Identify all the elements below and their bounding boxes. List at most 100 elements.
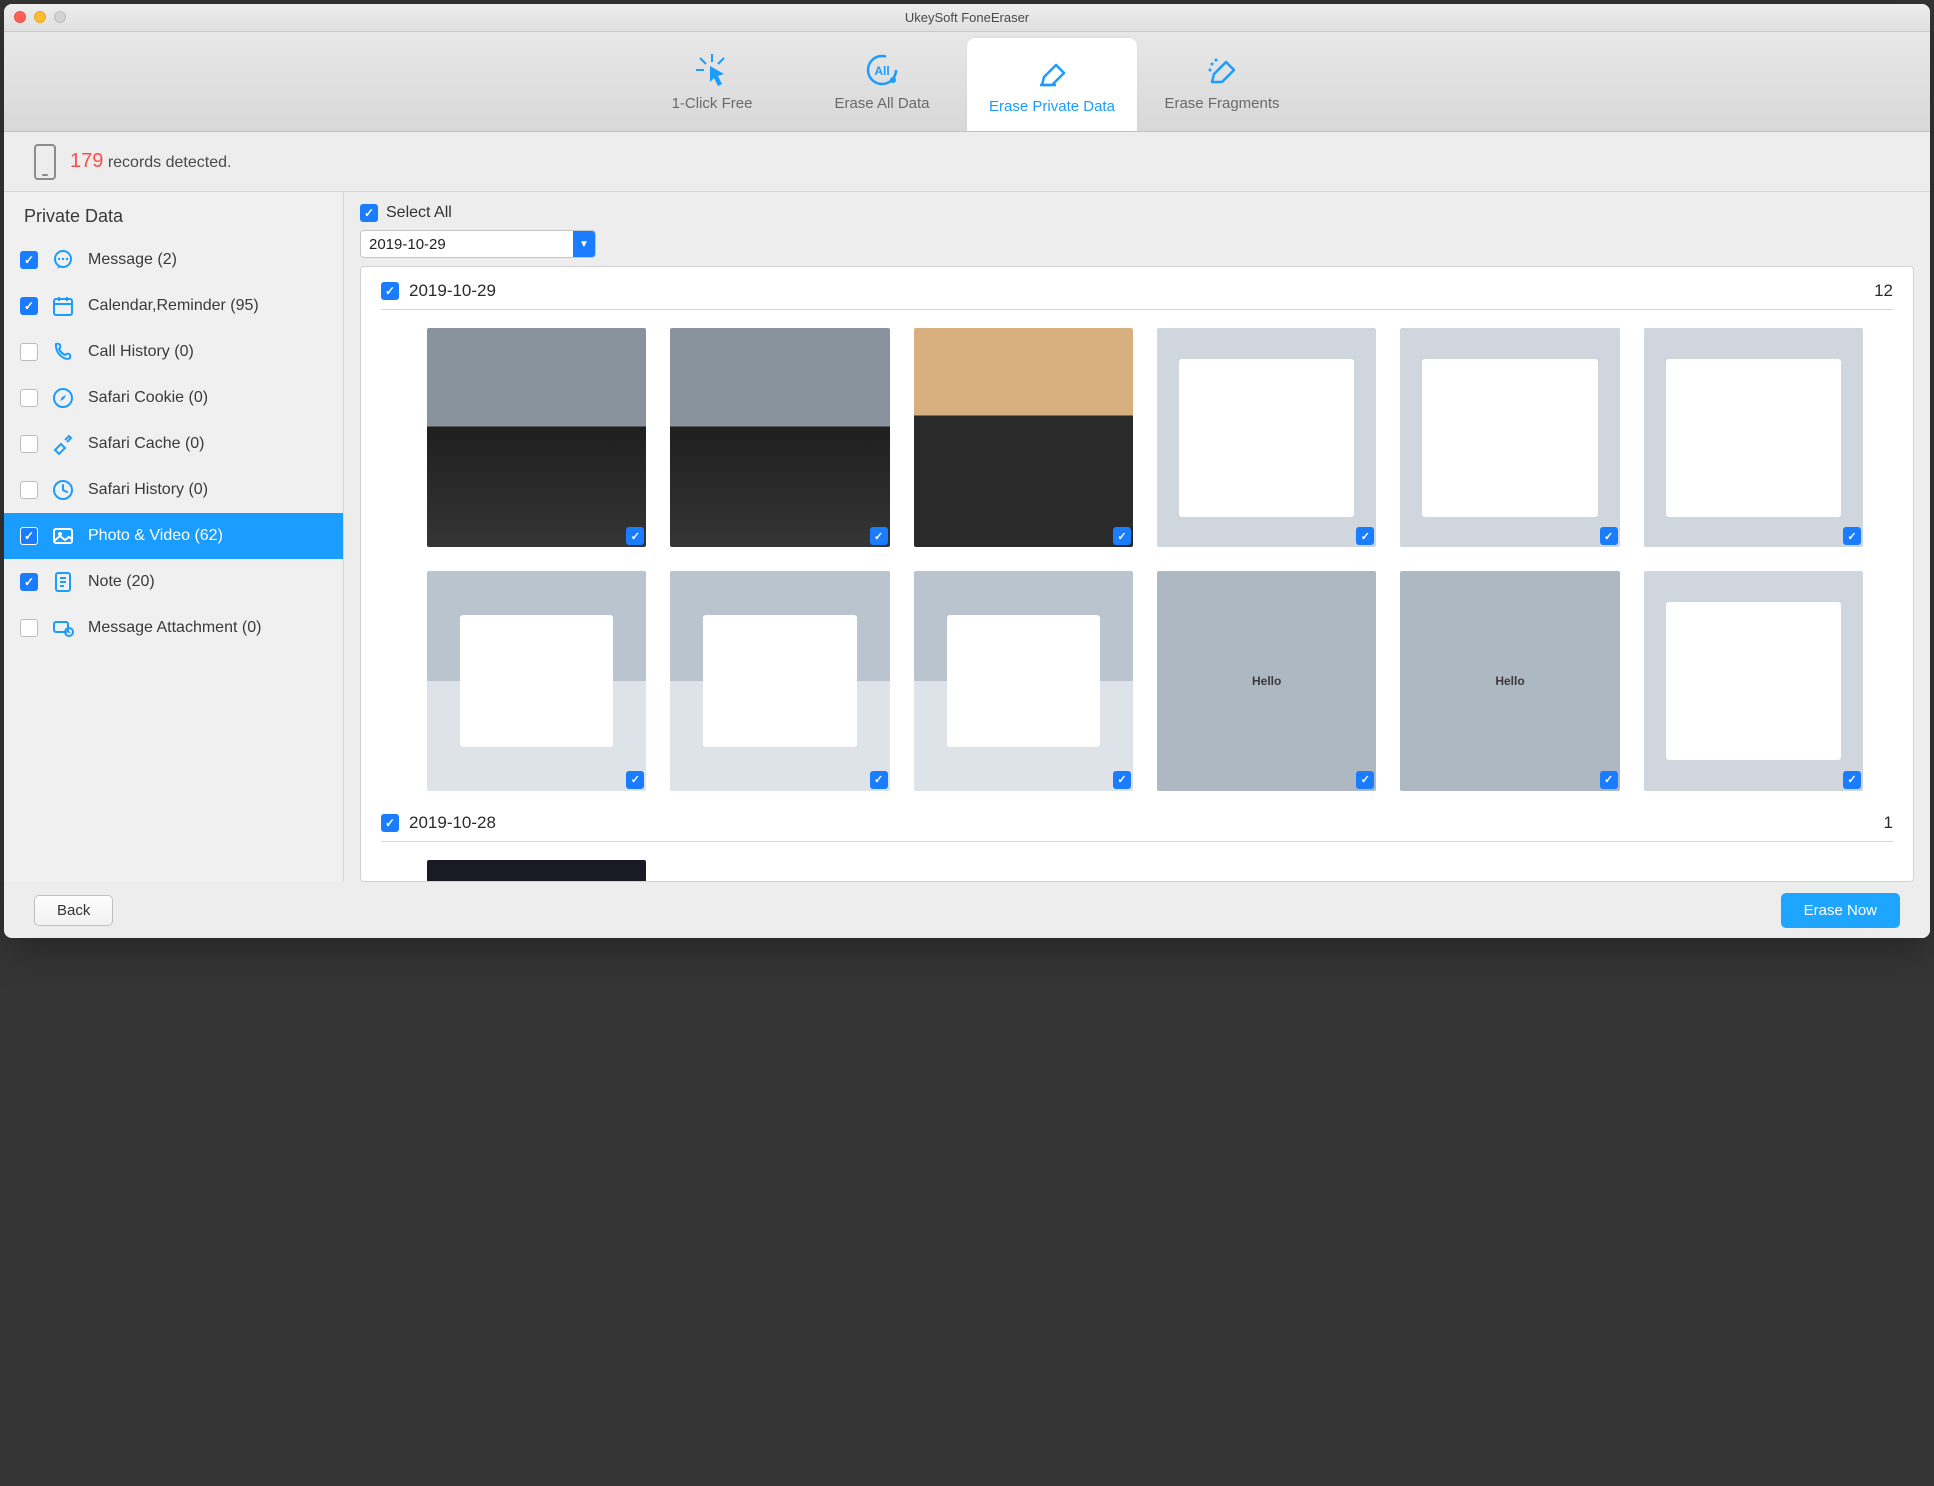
thumbnail-checkbox[interactable] <box>870 771 888 789</box>
photo-thumbnail[interactable] <box>914 571 1133 790</box>
main-body: Private Data Message (2) Calendar,Reminde… <box>4 192 1930 882</box>
brush-icon <box>50 431 76 457</box>
photo-thumbnail[interactable] <box>914 328 1133 547</box>
sidebar-item-safari[interactable]: Safari Cookie (0) <box>4 375 343 421</box>
select-all-label: Select All <box>386 204 452 222</box>
sidebar-item-call[interactable]: Call History (0) <box>4 329 343 375</box>
thumbnail-grid <box>381 310 1893 799</box>
erase-private-icon <box>1031 54 1073 92</box>
category-label: Message (2) <box>88 251 177 269</box>
thumbnail-checkbox[interactable] <box>1843 771 1861 789</box>
dropdown-chevron-icon: ▼ <box>573 231 595 257</box>
erase-now-button[interactable]: Erase Now <box>1781 893 1900 928</box>
category-checkbox[interactable] <box>20 619 38 637</box>
photo-thumbnail[interactable] <box>1644 571 1863 790</box>
note-icon <box>50 569 76 595</box>
thumbnail-checkbox[interactable] <box>1600 527 1618 545</box>
tab-erase-fragments[interactable]: Erase Fragments <box>1137 32 1307 131</box>
group-checkbox[interactable] <box>381 814 399 832</box>
thumbnail-checkbox[interactable] <box>1113 527 1131 545</box>
thumbnail-checkbox[interactable] <box>1356 527 1374 545</box>
traffic-lights <box>14 11 66 23</box>
category-checkbox[interactable] <box>20 343 38 361</box>
category-checkbox[interactable] <box>20 481 38 499</box>
close-window-button[interactable] <box>14 11 26 23</box>
app-window: UkeySoft FoneEraser 1-Click Free All Erase… <box>4 4 1930 938</box>
thumbnail-checkbox[interactable] <box>1843 527 1861 545</box>
group-date: 2019-10-28 <box>409 813 496 833</box>
photo-thumbnail[interactable] <box>427 571 646 790</box>
zoom-window-button[interactable] <box>54 11 66 23</box>
photo-thumbnail[interactable] <box>427 860 646 882</box>
sidebar-item-safari[interactable]: Safari Cache (0) <box>4 421 343 467</box>
category-label: Photo & Video (62) <box>88 527 223 545</box>
date-group: 2019-10-2912 <box>361 267 1913 799</box>
clock-icon <box>50 477 76 503</box>
thumbnail-grid <box>381 842 1893 882</box>
category-checkbox[interactable] <box>20 389 38 407</box>
record-count: 179 <box>70 150 103 172</box>
sidebar-title: Private Data <box>4 192 343 237</box>
tab-erase-private-data[interactable]: Erase Private Data <box>967 38 1137 131</box>
photo-icon <box>50 523 76 549</box>
photo-grid-area[interactable]: 2019-10-29122019-10-2812019-10-272 <box>360 266 1914 882</box>
category-checkbox[interactable] <box>20 251 38 269</box>
tab-label: Erase All Data <box>834 95 929 112</box>
category-checkbox[interactable] <box>20 527 38 545</box>
sidebar-item-photo[interactable]: Photo & Video (62) <box>4 513 343 559</box>
thumbnail-checkbox[interactable] <box>626 527 644 545</box>
click-icon <box>691 51 733 89</box>
sidebar-item-calendarreminder[interactable]: Calendar,Reminder (95) <box>4 283 343 329</box>
footer: Back Erase Now <box>4 882 1930 938</box>
photo-thumbnail[interactable] <box>1400 571 1619 790</box>
group-header: 2019-10-2912 <box>381 281 1893 310</box>
select-all-checkbox[interactable] <box>360 204 378 222</box>
tab-1-click-free[interactable]: 1-Click Free <box>627 32 797 131</box>
main-toolbar: 1-Click Free All Erase All Data Erase Priva… <box>4 32 1930 132</box>
group-checkbox[interactable] <box>381 282 399 300</box>
thumbnail-checkbox[interactable] <box>1600 771 1618 789</box>
tab-label: Erase Fragments <box>1164 95 1279 112</box>
sidebar-item-note[interactable]: Note (20) <box>4 559 343 605</box>
back-button[interactable]: Back <box>34 895 113 926</box>
sidebar-item-message[interactable]: Message (2) <box>4 237 343 283</box>
status-bar: 179 records detected. <box>4 132 1930 192</box>
photo-thumbnail[interactable] <box>1644 328 1863 547</box>
sidebar-item-safari[interactable]: Safari History (0) <box>4 467 343 513</box>
photo-thumbnail[interactable] <box>427 328 646 547</box>
tab-label: Erase Private Data <box>989 98 1115 115</box>
minimize-window-button[interactable] <box>34 11 46 23</box>
category-checkbox[interactable] <box>20 435 38 453</box>
photo-thumbnail[interactable] <box>1400 328 1619 547</box>
calendar-icon <box>50 293 76 319</box>
svg-text:All: All <box>874 64 889 78</box>
content-header: Select All 2019-10-29 ▼ <box>344 192 1930 266</box>
sidebar-item-message[interactable]: Message Attachment (0) <box>4 605 343 651</box>
titlebar: UkeySoft FoneEraser <box>4 4 1930 32</box>
category-label: Safari Cache (0) <box>88 435 205 453</box>
sidebar: Private Data Message (2) Calendar,Reminde… <box>4 192 344 882</box>
date-group: 2019-10-28 1 <box>361 799 1913 882</box>
tab-label: 1-Click Free <box>672 95 753 112</box>
thumbnail-checkbox[interactable] <box>626 771 644 789</box>
group-count: 1 <box>1884 813 1893 833</box>
record-detected-label: records detected. <box>108 154 232 171</box>
attachment-icon <box>50 615 76 641</box>
photo-thumbnail[interactable] <box>670 328 889 547</box>
photo-thumbnail[interactable] <box>1157 571 1376 790</box>
date-filter-value: 2019-10-29 <box>361 236 573 253</box>
call-icon <box>50 339 76 365</box>
category-label: Note (20) <box>88 573 155 591</box>
photo-thumbnail[interactable] <box>670 571 889 790</box>
category-checkbox[interactable] <box>20 573 38 591</box>
date-filter-dropdown[interactable]: 2019-10-29 ▼ <box>360 230 596 258</box>
thumbnail-checkbox[interactable] <box>1356 771 1374 789</box>
category-label: Call History (0) <box>88 343 194 361</box>
category-checkbox[interactable] <box>20 297 38 315</box>
tab-erase-all-data[interactable]: All Erase All Data <box>797 32 967 131</box>
thumbnail-checkbox[interactable] <box>870 527 888 545</box>
content-pane: Select All 2019-10-29 ▼ 2019-10-2912 2019… <box>344 192 1930 882</box>
photo-thumbnail[interactable] <box>1157 328 1376 547</box>
thumbnail-checkbox[interactable] <box>1113 771 1131 789</box>
phone-icon <box>34 144 56 180</box>
